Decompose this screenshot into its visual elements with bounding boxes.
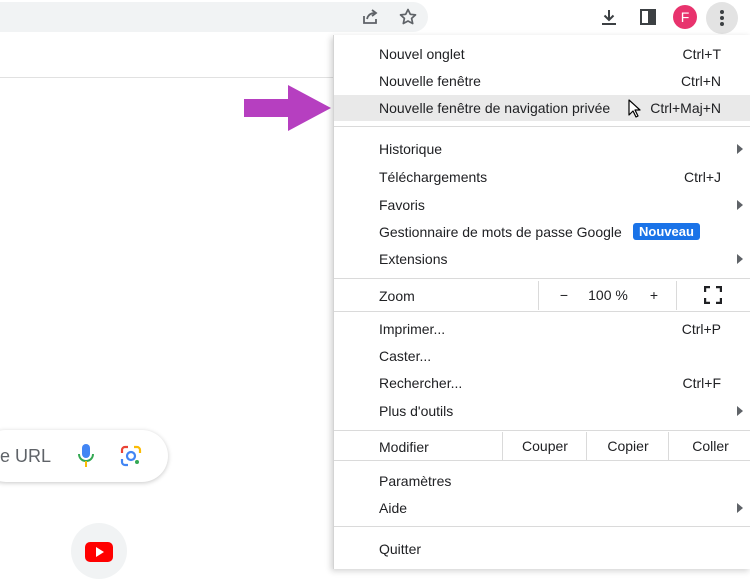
download-icon[interactable] xyxy=(596,4,622,30)
bookmarks-bar-divider xyxy=(0,77,333,78)
zoom-controls: − 100 % + xyxy=(538,281,677,310)
zoom-out-button[interactable]: − xyxy=(557,287,571,303)
menu-item-new-tab[interactable]: Nouvel onglet Ctrl+T xyxy=(334,41,750,67)
profile-avatar[interactable]: F xyxy=(673,5,697,29)
menu-item-bookmarks[interactable]: Favoris xyxy=(334,192,750,218)
youtube-icon xyxy=(85,542,113,562)
menu-item-shortcut: Ctrl+P xyxy=(681,321,721,337)
menu-item-more-tools[interactable]: Plus d'outils xyxy=(334,398,750,424)
shortcut-tile-youtube[interactable] xyxy=(71,523,127,579)
menu-item-shortcut: Ctrl+J xyxy=(684,169,721,185)
menu-item-new-incognito-window[interactable]: Nouvelle fenêtre de navigation privée Ct… xyxy=(334,95,750,121)
menu-item-label: Caster... xyxy=(379,348,432,364)
menu-item-extensions[interactable]: Extensions xyxy=(334,246,750,272)
menu-item-new-window[interactable]: Nouvelle fenêtre Ctrl+N xyxy=(334,68,750,94)
menu-item-downloads[interactable]: Téléchargements Ctrl+J xyxy=(334,164,750,190)
fullscreen-icon[interactable] xyxy=(704,286,722,304)
mic-icon[interactable] xyxy=(78,444,94,468)
menu-item-find[interactable]: Rechercher... Ctrl+F xyxy=(334,370,750,396)
menu-item-label: Gestionnaire de mots de passe Google xyxy=(379,224,622,240)
menu-item-label: Extensions xyxy=(379,251,448,267)
annotation-arrow-icon xyxy=(244,85,331,131)
new-badge: Nouveau xyxy=(633,223,700,240)
menu-separator xyxy=(334,460,750,461)
submenu-arrow-icon xyxy=(737,200,743,210)
submenu-arrow-icon xyxy=(737,406,743,416)
menu-item-shortcut: Ctrl+T xyxy=(682,46,722,62)
zoom-label: Zoom xyxy=(379,288,415,304)
menu-separator xyxy=(334,311,750,312)
menu-item-password-manager[interactable]: Gestionnaire de mots de passe Google Nou… xyxy=(334,219,750,245)
browser-toolbar: F xyxy=(0,0,750,34)
google-search-box[interactable]: e URL xyxy=(0,430,168,482)
menu-item-shortcut: Ctrl+N xyxy=(680,73,721,89)
menu-item-shortcut: Ctrl+F xyxy=(682,375,722,391)
paste-button[interactable]: Coller xyxy=(668,432,750,460)
zoom-in-button[interactable]: + xyxy=(647,287,661,303)
menu-item-label: Quitter xyxy=(379,541,422,557)
cut-button[interactable]: Couper xyxy=(502,432,587,460)
menu-item-cast[interactable]: Caster... xyxy=(334,343,750,369)
menu-item-print[interactable]: Imprimer... Ctrl+P xyxy=(334,316,750,342)
menu-item-label: Nouvel onglet xyxy=(379,46,465,62)
google-lens-icon[interactable] xyxy=(120,445,142,467)
submenu-arrow-icon xyxy=(737,503,743,513)
zoom-level: 100 % xyxy=(588,287,628,303)
menu-item-label: Imprimer... xyxy=(379,321,446,337)
menu-item-label: Aide xyxy=(379,500,408,516)
menu-separator xyxy=(334,278,750,279)
submenu-arrow-icon xyxy=(737,254,743,264)
menu-separator xyxy=(334,430,750,431)
share-icon[interactable] xyxy=(357,4,383,30)
menu-item-shortcut: Ctrl+Maj+N xyxy=(650,100,721,116)
side-panel-icon[interactable] xyxy=(635,4,661,30)
menu-item-label: Téléchargements xyxy=(379,169,488,185)
menu-item-settings[interactable]: Paramètres xyxy=(334,468,750,494)
menu-separator xyxy=(334,526,750,527)
kebab-menu-icon[interactable] xyxy=(706,2,738,34)
mouse-cursor-icon xyxy=(628,99,641,118)
submenu-arrow-icon xyxy=(737,144,743,154)
menu-item-help[interactable]: Aide xyxy=(334,495,750,521)
menu-item-label: Favoris xyxy=(379,197,425,213)
edit-label: Modifier xyxy=(379,439,429,455)
star-icon[interactable] xyxy=(395,4,421,30)
menu-item-history[interactable]: Historique xyxy=(334,136,750,162)
menu-item-quit[interactable]: Quitter xyxy=(334,536,750,562)
search-placeholder: e URL xyxy=(0,446,52,466)
copy-button[interactable]: Copier xyxy=(586,432,669,460)
zoom-row: Zoom − 100 % + xyxy=(334,281,750,310)
menu-item-label: Nouvelle fenêtre de navigation privée xyxy=(379,100,611,116)
menu-item-label: Paramètres xyxy=(379,473,452,489)
chrome-menu: Nouvel onglet Ctrl+T Nouvelle fenêtre Ct… xyxy=(333,35,750,569)
menu-item-label: Nouvelle fenêtre xyxy=(379,73,481,89)
menu-item-label: Rechercher... xyxy=(379,375,463,391)
menu-item-label: Plus d'outils xyxy=(379,403,454,419)
menu-separator xyxy=(334,126,750,127)
menu-item-label: Historique xyxy=(379,141,443,157)
edit-row: Modifier Couper Copier Coller xyxy=(334,432,750,460)
